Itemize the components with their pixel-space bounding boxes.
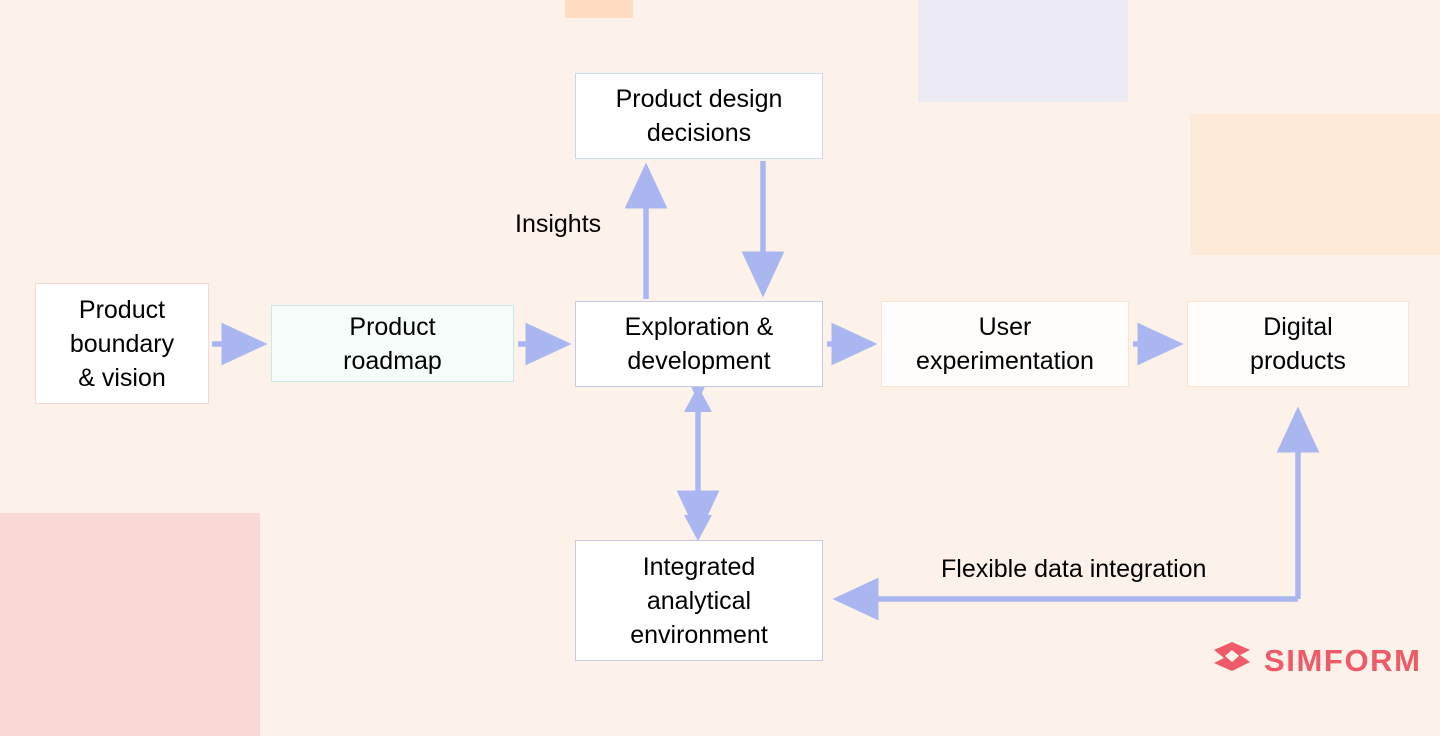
deco-peach-right [1190,114,1440,255]
node-product-boundary-vision[interactable]: Product boundary & vision [35,283,209,404]
node-user-experimentation[interactable]: User experimentation [881,301,1129,387]
node-integrated-analytical-environment[interactable]: Integrated analytical environment [575,540,823,661]
edge-label-insights: Insights [515,210,602,238]
simform-mark-icon [1214,642,1250,671]
simform-logo: SIMFORM [1210,640,1422,682]
node-exploration-development[interactable]: Exploration & development [575,301,823,387]
arrowhead-pair-analytical [684,386,712,541]
node-label: Product design decisions [615,85,783,147]
deco-pink-bottom [0,513,260,736]
edge-label-flexible-data-integration: Flexible data integration [941,555,1207,583]
simform-wordmark: SIMFORM [1264,643,1422,678]
node-label: Integrated analytical environment [630,552,768,649]
node-label: Exploration & development [624,313,774,375]
node-product-roadmap[interactable]: Product roadmap [271,305,514,382]
node-digital-products[interactable]: Digital products [1187,301,1409,387]
node-label: Product roadmap [343,312,442,375]
deco-lavender-top [918,0,1128,102]
diagram-canvas: Product boundary & vision Product roadma… [0,0,1440,736]
node-product-design-decisions[interactable]: Product design decisions [575,73,823,159]
deco-peach-top [565,0,633,18]
node-label: Product boundary & vision [69,295,175,392]
node-label: Digital products [1250,313,1346,375]
node-label: User experimentation [916,313,1094,375]
